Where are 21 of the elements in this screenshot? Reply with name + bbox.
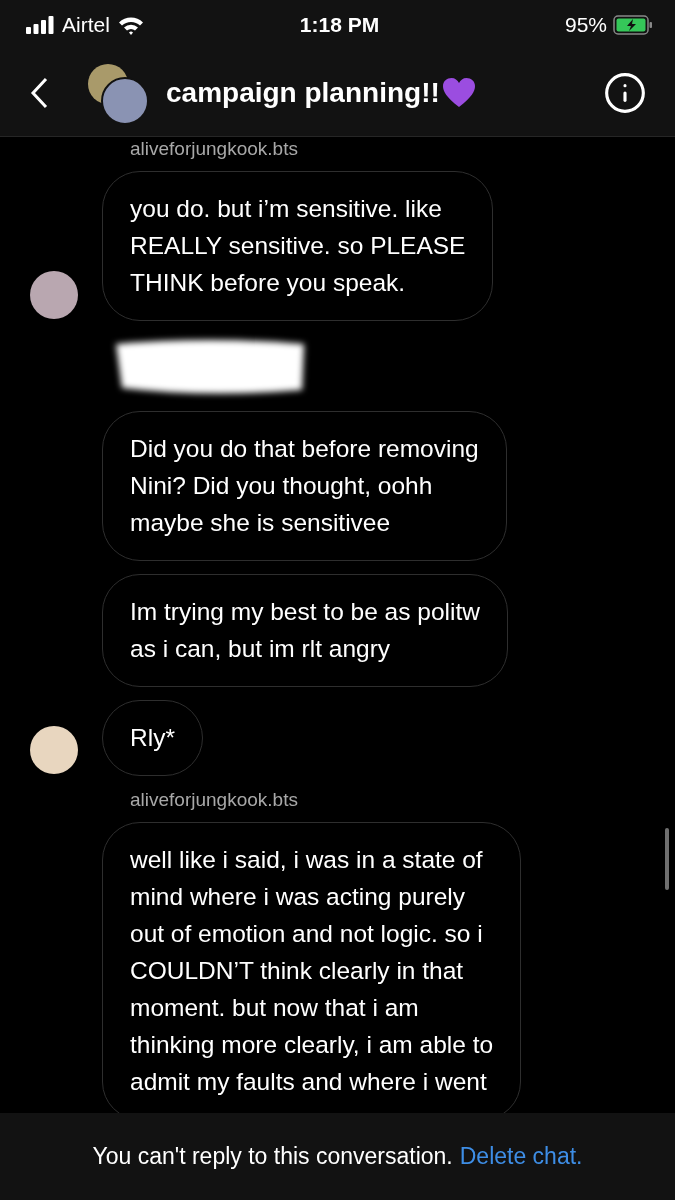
- sender-name: aliveforjungkook.bts: [130, 138, 299, 160]
- signal-icon: [26, 16, 54, 34]
- sender-name: aliveforjungkook.bts: [130, 789, 299, 811]
- clock-time: 1:18 PM: [299, 13, 380, 37]
- delete-chat-link[interactable]: Delete chat.: [459, 1143, 583, 1170]
- info-button[interactable]: [603, 71, 647, 115]
- message-bubble: you do. but i’m sensitive. like REALLY sensitive. so PLEASE THINK before you speak.: [102, 171, 494, 321]
- message-bubble: Did you do that before removing Nini? Did you thought, oohh maybe she is sensitivee: [102, 411, 507, 561]
- message-bubble: Im trying my best to be as politw as i can, but im rlt angry: [102, 574, 508, 687]
- battery-percent: 95%: [564, 13, 607, 37]
- avatar[interactable]: [30, 271, 78, 319]
- wifi-icon: [117, 15, 144, 35]
- reply-disabled-notice: You can't reply to this conversation.: [92, 1143, 453, 1170]
- group-avatar[interactable]: [88, 64, 146, 122]
- back-button[interactable]: [30, 77, 48, 109]
- chat-title[interactable]: campaign planning!!: [166, 77, 440, 109]
- avatar[interactable]: [30, 726, 78, 774]
- carrier-name: Airtel: [62, 13, 110, 37]
- scrollbar[interactable]: [665, 828, 669, 890]
- battery-icon: [613, 15, 653, 35]
- heart-icon: [441, 77, 476, 109]
